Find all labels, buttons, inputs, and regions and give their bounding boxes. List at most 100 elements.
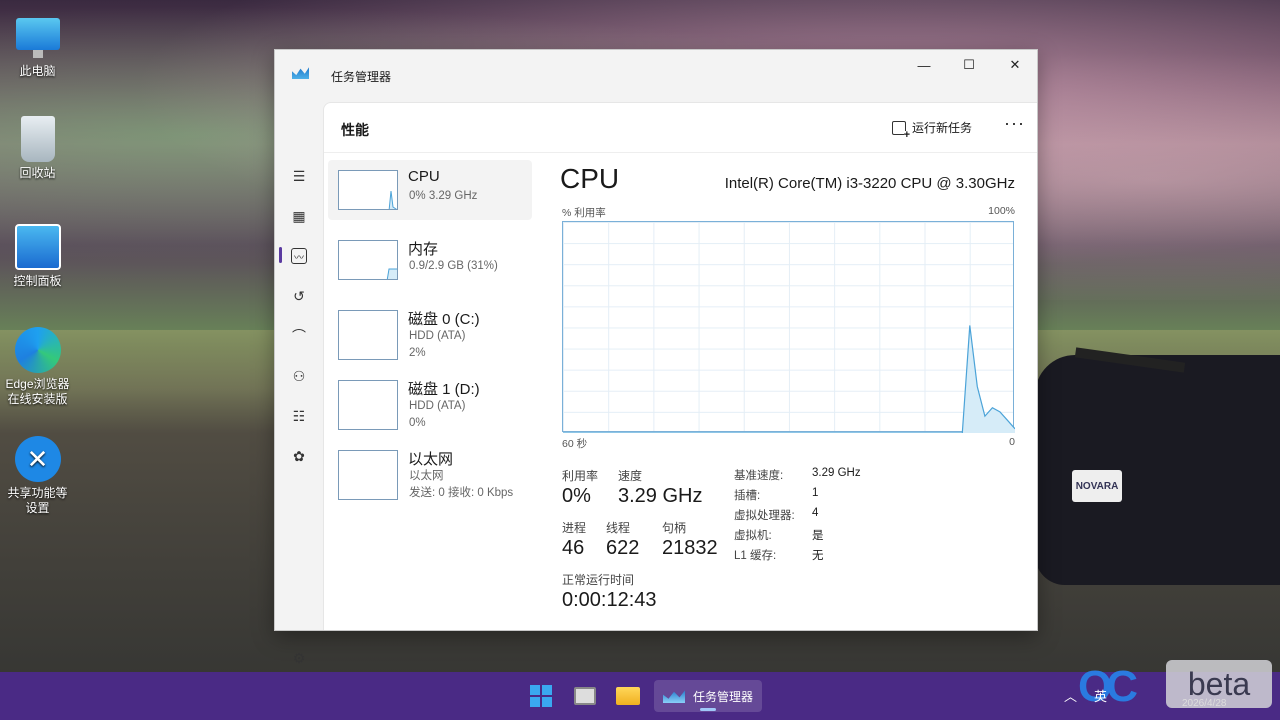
utilization-value: 0% — [562, 485, 591, 507]
window-title: 任务管理器 — [331, 70, 392, 84]
perf-item-sub: HDD (ATA) 2% — [409, 328, 465, 362]
spec-key: 插槽: — [734, 490, 761, 502]
uptime-label: 正常运行时间 — [562, 573, 635, 587]
spec-value: 是 — [812, 530, 824, 542]
desktop-icon-label-1: Edge浏览器 — [5, 377, 70, 391]
title-bar[interactable]: 任务管理器 — ☐ ✕ — [275, 50, 1037, 102]
mini-graph — [338, 170, 398, 210]
perf-item-sub: 0.9/2.9 GB (31%) — [409, 260, 498, 272]
maximize-button[interactable]: ☐ — [946, 50, 992, 80]
mini-graph — [338, 240, 398, 280]
left-nav: ☰ ▦ 〰 ↺ ⌒ ⚇ ☷ ✿ ⚙ — [275, 102, 323, 666]
taskbar-task-manager[interactable]: 任务管理器 — [654, 680, 762, 712]
task-manager-icon — [662, 690, 685, 703]
tray-chevron-up-icon[interactable]: ︿ — [1064, 686, 1077, 705]
perf-item-sub: 以太网 发送: 0 接收: 0 Kbps — [409, 468, 513, 502]
perf-item-name: 内存 — [408, 241, 439, 258]
perf-item-memory[interactable]: 内存 0.9/2.9 GB (31%) — [328, 230, 532, 290]
performance-list: CPU 0% 3.29 GHz 内存 0.9/2.9 GB (31%) 磁盘 0… — [328, 160, 532, 510]
x-axis-right: 0 — [1009, 436, 1015, 448]
start-button[interactable] — [524, 680, 558, 712]
monitor-icon — [15, 18, 60, 58]
handles-value: 21832 — [662, 537, 718, 559]
content-pane: 性能 运行新任务 ··· CPU 0% 3.29 GHz 内存 0.9/2.9 … — [323, 102, 1037, 630]
spec-value: 1 — [812, 487, 819, 499]
perf-item-sub-1: HDD (ATA) — [409, 400, 466, 412]
nav-selection-indicator — [279, 247, 282, 263]
processes-icon[interactable]: ▦ — [287, 204, 311, 228]
spec-key: 基准速度: — [734, 470, 784, 482]
desktop-icon-recycle-bin[interactable]: 回收站 — [0, 116, 75, 181]
detail-title: CPU — [560, 163, 620, 194]
wallpaper-car: NOVARA — [1035, 347, 1280, 585]
taskbar-app-label: 任务管理器 — [692, 689, 753, 704]
services-icon[interactable]: ✿ — [287, 444, 311, 468]
folder-icon — [616, 687, 640, 705]
desktop-icon-this-pc[interactable]: 此电脑 — [0, 10, 75, 79]
app-history-icon[interactable]: ↺ — [287, 284, 311, 308]
tools-icon: ✕ — [14, 436, 61, 482]
threads-label: 线程 — [606, 521, 631, 535]
mini-graph — [338, 450, 398, 500]
handles-label: 句柄 — [662, 521, 687, 535]
processes-label: 进程 — [562, 521, 587, 535]
perf-item-name: 磁盘 0 (C:) — [408, 311, 480, 328]
desktop-icon-edge[interactable]: Edge浏览器 在线安装版 — [0, 327, 75, 407]
run-new-task-label: 运行新任务 — [912, 121, 973, 135]
x-axis-left: 60 秒 — [562, 438, 588, 450]
task-manager-icon — [292, 67, 309, 79]
speed-value: 3.29 GHz — [618, 485, 703, 507]
desktop-icon-label: 控制面板 — [13, 274, 62, 288]
perf-item-name: 以太网 — [408, 451, 454, 468]
edge-icon — [14, 327, 61, 373]
uptime-value: 0:00:12:43 — [562, 589, 657, 611]
task-view-button[interactable] — [568, 680, 602, 712]
desktop-icon-control-panel[interactable]: 控制面板 — [0, 224, 75, 289]
task-view-icon — [574, 687, 596, 705]
spec-value: 无 — [812, 550, 824, 562]
recycle-bin-icon — [20, 116, 55, 162]
desktop-icon-label: 此电脑 — [19, 64, 56, 78]
cpu-model: Intel(R) Core(TM) i3-3220 CPU @ 3.30GHz — [724, 175, 1015, 192]
more-options-button[interactable]: ··· — [1004, 113, 1025, 134]
desktop-icon-label: 回收站 — [19, 166, 56, 180]
cpu-usage-graph — [562, 221, 1015, 433]
perf-item-cpu[interactable]: CPU 0% 3.29 GHz — [328, 160, 532, 220]
desktop-icon-label-1: 共享功能等 — [7, 486, 68, 500]
cpu-usage-plot — [563, 325, 1015, 433]
perf-item-sub-2: 2% — [409, 347, 426, 359]
cpu-area — [563, 325, 1015, 433]
clock-date[interactable]: 2026/4/28 — [1182, 698, 1227, 709]
hamburger-menu-icon[interactable]: ☰ — [287, 164, 311, 188]
performance-icon[interactable]: 〰 — [291, 248, 307, 264]
utilization-label: 利用率 — [562, 469, 599, 483]
spec-value: 4 — [812, 507, 819, 519]
perf-item-name: CPU — [408, 168, 440, 185]
mini-graph — [338, 380, 398, 430]
users-icon[interactable]: ⚇ — [287, 364, 311, 388]
page-title: 性能 — [341, 122, 369, 138]
task-manager-window: 任务管理器 — ☐ ✕ ☰ ▦ 〰 ↺ ⌒ ⚇ ☷ ✿ ⚙ 性能 运行新任务 ·… — [274, 49, 1038, 666]
perf-item-name: 磁盘 1 (D:) — [408, 381, 480, 398]
perf-item-sub-2: 0% — [409, 417, 426, 429]
desktop-icon-label-2: 在线安装版 — [7, 392, 68, 406]
run-new-task-button[interactable]: 运行新任务 — [892, 119, 973, 140]
y-axis-label: % 利用率 — [562, 207, 606, 219]
file-explorer-button[interactable] — [611, 680, 645, 712]
control-panel-icon — [14, 224, 61, 270]
perf-item-disk-1[interactable]: 磁盘 1 (D:) HDD (ATA) 0% — [328, 370, 532, 430]
minimize-button[interactable]: — — [901, 50, 947, 80]
desktop-icon-share-settings[interactable]: ✕ 共享功能等 设置 — [0, 436, 75, 516]
startup-apps-icon[interactable]: ⌒ — [287, 324, 311, 348]
perf-item-ethernet[interactable]: 以太网 以太网 发送: 0 接收: 0 Kbps — [328, 440, 532, 500]
threads-value: 622 — [606, 537, 640, 559]
perf-item-sub-2: 发送: 0 接收: 0 Kbps — [409, 487, 514, 499]
settings-gear-icon[interactable]: ⚙ — [287, 646, 311, 670]
page-header: 性能 运行新任务 ··· — [324, 103, 1037, 153]
spec-key: L1 缓存: — [734, 550, 777, 562]
close-button[interactable]: ✕ — [992, 50, 1038, 80]
desktop-icon-label-2: 设置 — [25, 501, 50, 515]
perf-item-disk-0[interactable]: 磁盘 0 (C:) HDD (ATA) 2% — [328, 300, 532, 360]
details-icon[interactable]: ☷ — [287, 404, 311, 428]
ime-indicator[interactable]: 英 — [1094, 686, 1107, 705]
